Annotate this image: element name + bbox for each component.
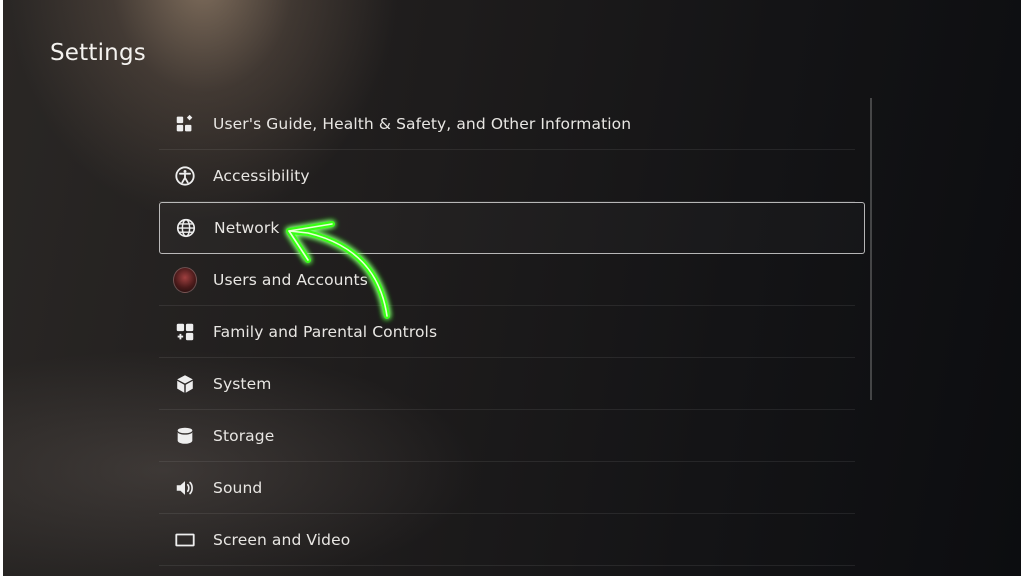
menu-item-storage[interactable]: Storage <box>159 410 855 462</box>
page-title: Settings <box>50 40 146 66</box>
menu-item-label: Users and Accounts <box>213 270 368 289</box>
menu-item-screen-and-video[interactable]: Screen and Video <box>159 514 855 566</box>
menu-item-sound[interactable]: Sound <box>159 462 855 514</box>
menu-item-label: User's Guide, Health & Safety, and Other… <box>213 114 632 133</box>
cube-icon <box>173 372 197 396</box>
storage-icon <box>173 424 197 448</box>
screen-icon <box>173 528 197 552</box>
settings-screen: Settings User's Guide, Health & Safety, … <box>3 0 1021 576</box>
globe-icon <box>174 216 198 240</box>
menu-item-label: Accessibility <box>213 166 310 185</box>
settings-menu: User's Guide, Health & Safety, and Other… <box>159 98 865 566</box>
menu-item-label: Storage <box>213 426 275 445</box>
avatar <box>173 266 197 293</box>
speaker-icon <box>173 476 197 500</box>
info-blocks-icon <box>173 112 197 136</box>
menu-item-label: Network <box>214 219 280 237</box>
menu-item-label: Family and Parental Controls <box>213 322 438 341</box>
menu-item-family-parental-controls[interactable]: Family and Parental Controls <box>159 306 855 358</box>
family-icon <box>173 320 197 344</box>
menu-item-system[interactable]: System <box>159 358 855 410</box>
menu-item-users-guide[interactable]: User's Guide, Health & Safety, and Other… <box>159 98 855 150</box>
scrollbar[interactable] <box>870 98 872 400</box>
menu-item-users-and-accounts[interactable]: Users and Accounts <box>159 254 855 306</box>
accessibility-icon <box>173 164 197 188</box>
menu-item-label: Sound <box>213 478 263 497</box>
menu-item-label: System <box>213 374 272 393</box>
menu-item-network[interactable]: Network <box>159 202 865 254</box>
menu-item-accessibility[interactable]: Accessibility <box>159 150 855 202</box>
menu-item-label: Screen and Video <box>213 530 351 549</box>
